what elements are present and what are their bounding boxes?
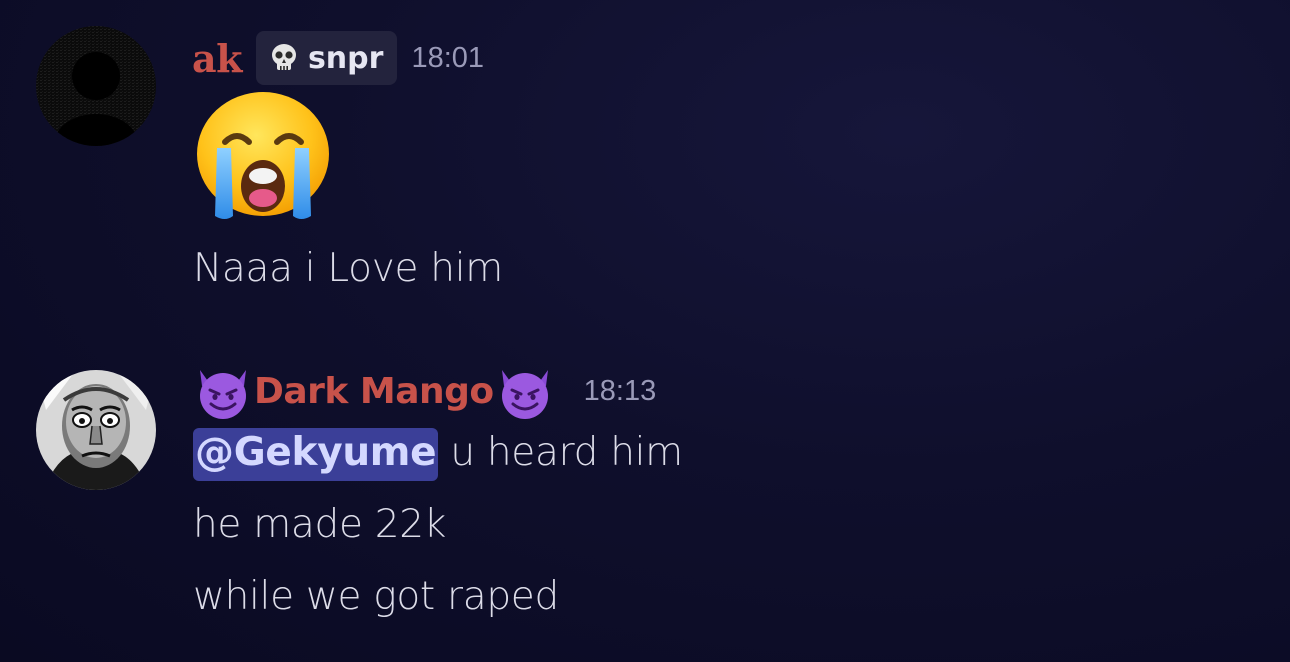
user-mention[interactable]: @Gekyume <box>193 428 439 481</box>
message-text-segment: u heard him <box>438 430 683 475</box>
avatar-ak[interactable] <box>36 26 156 146</box>
server-tag[interactable]: snpr <box>255 31 398 85</box>
message-text: Naaa i Love him <box>193 246 503 291</box>
message-header: Dark Mango 18:13 <box>192 360 656 422</box>
avatar-dark-mango[interactable] <box>36 370 156 490</box>
smiling-devil-icon <box>192 360 254 422</box>
message-text: @Gekyume u heard him <box>193 428 683 481</box>
message-text: while we got raped <box>193 574 559 619</box>
skull-icon <box>268 42 300 74</box>
message-header: ak snpr 18:01 <box>192 30 484 86</box>
username[interactable]: ak <box>192 36 242 81</box>
username[interactable]: Dark Mango <box>254 371 494 412</box>
timestamp: 18:13 <box>583 374 657 407</box>
server-tag-label: snpr <box>307 40 384 76</box>
message-text: he made 22k <box>193 502 447 547</box>
timestamp: 18:01 <box>411 41 485 74</box>
smiling-devil-icon <box>494 360 556 422</box>
loudly-crying-face-emoji <box>193 90 333 225</box>
